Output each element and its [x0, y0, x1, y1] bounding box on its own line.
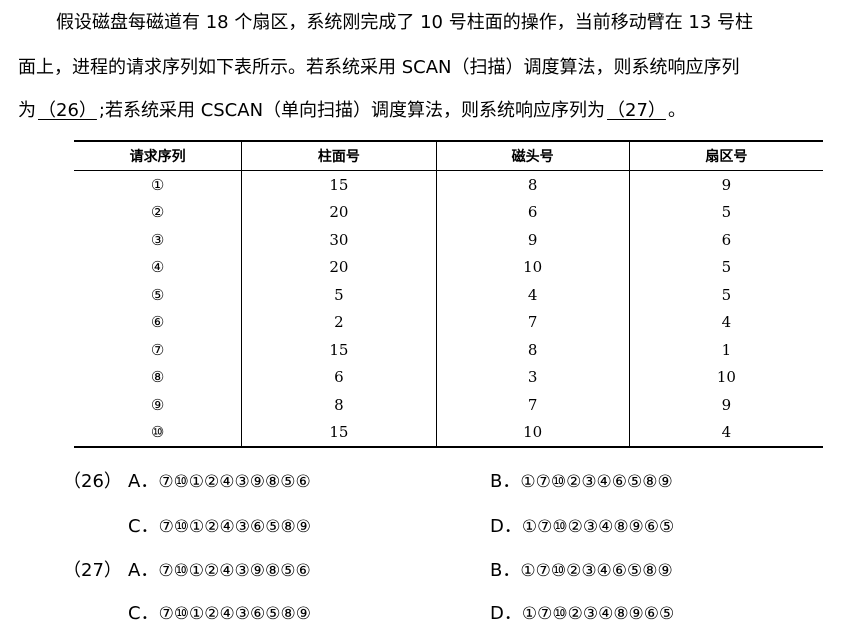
cell-sector: 5 — [628, 253, 823, 281]
option-text: ⑦⑩①②④③⑨⑧⑤⑥ — [158, 472, 311, 492]
cell-cylinder: 5 — [241, 281, 437, 309]
cell-cylinder: 15 — [241, 336, 437, 364]
cell-seq: ⑥ — [150, 313, 165, 332]
question-line-3-prefix: 为 — [18, 100, 36, 121]
cell-cylinder: 30 — [241, 226, 437, 254]
table-row: ⑩ 15 10 4 — [74, 418, 823, 448]
cell-seq: ⑧ — [150, 368, 165, 387]
option-text: ①⑦⑩②③④⑥⑤⑧⑨ — [520, 472, 673, 492]
q27-number: （27） — [63, 560, 122, 581]
table-row: ⑥ 2 7 4 — [74, 308, 823, 336]
cell-head: 9 — [435, 226, 630, 254]
table-header-row: 请求序列 柱面号 磁头号 扇区号 — [74, 140, 823, 171]
cell-seq: ⑨ — [150, 395, 165, 414]
table-row: ① 15 8 9 — [74, 170, 823, 199]
cell-cylinder: 20 — [241, 198, 437, 226]
question-line-2: 面上，进程的请求序列如下表所示。若系统采用 SCAN（扫描）调度算法，则系统响应… — [18, 57, 740, 78]
question-line-3: 为（26） ;若系统采用 CSCAN（单向扫描）调度算法，则系统响应序列为 （27）… — [18, 101, 828, 121]
option-text: ①⑦⑩②③④⑧⑨⑥⑤ — [521, 604, 675, 624]
q27-option-c[interactable]: C．⑦⑩①②④③⑥⑤⑧⑨ — [128, 599, 311, 625]
cell-sector: 4 — [628, 308, 823, 336]
cell-cylinder: 8 — [241, 391, 437, 419]
cell-seq: ④ — [150, 258, 165, 277]
option-text: ⑦⑩①②④③⑨⑧⑤⑥ — [158, 561, 311, 581]
option-label: D． — [490, 603, 522, 624]
cell-sector: 6 — [628, 226, 823, 254]
cell-sector: 9 — [628, 391, 823, 419]
cell-seq: ② — [150, 203, 165, 222]
cell-cylinder: 15 — [241, 418, 437, 448]
cell-head: 6 — [435, 198, 630, 226]
cell-seq: ③ — [150, 230, 165, 249]
q26-number: （26） — [63, 471, 122, 492]
blank-26: （26） — [38, 100, 97, 121]
q27-option-d[interactable]: D．①⑦⑩②③④⑧⑨⑥⑤ — [490, 599, 674, 625]
cell-seq: ⑤ — [150, 285, 165, 304]
q27-option-b[interactable]: B．①⑦⑩②③④⑥⑤⑧⑨ — [490, 556, 673, 582]
cell-seq: ⑦ — [150, 340, 165, 359]
table-row: ⑧ 6 3 10 — [74, 363, 823, 391]
cell-cylinder: 2 — [241, 308, 437, 336]
option-label: C． — [128, 516, 159, 537]
q26-option-a[interactable]: A．⑦⑩①②④③⑨⑧⑤⑥ — [128, 467, 311, 493]
option-label: A． — [128, 471, 159, 492]
question-line-3-suffix: 。 — [667, 100, 686, 121]
cell-head: 4 — [435, 281, 630, 309]
header-sector: 扇区号 — [628, 140, 823, 171]
option-label: B． — [490, 471, 521, 492]
header-request-seq: 请求序列 — [74, 140, 242, 171]
cell-cylinder: 15 — [241, 170, 437, 199]
option-label: A． — [128, 560, 159, 581]
q27-option-a[interactable]: A．⑦⑩①②④③⑨⑧⑤⑥ — [128, 556, 311, 582]
cell-head: 10 — [435, 418, 630, 448]
table-row: ⑨ 8 7 9 — [74, 391, 823, 419]
cell-sector: 4 — [628, 418, 823, 448]
cell-sector: 5 — [628, 281, 823, 309]
cell-cylinder: 20 — [241, 253, 437, 281]
option-label: D． — [490, 516, 522, 537]
request-table: 请求序列 柱面号 磁头号 扇区号 ① 15 8 9 ② 20 6 5 ③ 30 … — [74, 140, 823, 448]
question-line-3-middle: ;若系统采用 CSCAN（单向扫描）调度算法，则系统响应序列为 — [98, 100, 606, 121]
cell-head: 10 — [435, 253, 630, 281]
cell-head: 8 — [435, 170, 630, 199]
option-text: ⑦⑩①②④③⑥⑤⑧⑨ — [158, 604, 311, 624]
cell-head: 7 — [435, 308, 630, 336]
table-row: ④ 20 10 5 — [74, 253, 823, 281]
cell-sector: 10 — [628, 363, 823, 391]
cell-sector: 1 — [628, 336, 823, 364]
table-row: ⑦ 15 8 1 — [74, 336, 823, 364]
table-row: ③ 30 9 6 — [74, 226, 823, 254]
cell-cylinder: 6 — [241, 363, 437, 391]
option-label: B． — [490, 560, 521, 581]
table-row: ⑤ 5 4 5 — [74, 281, 823, 309]
header-head: 磁头号 — [435, 140, 630, 171]
question-line-1: 假设磁盘每磁道有 18 个扇区，系统刚完成了 10 号柱面的操作，当前移动臂在 … — [56, 12, 754, 33]
cell-seq: ⑩ — [74, 418, 242, 448]
cell-head: 3 — [435, 363, 630, 391]
q26-option-d[interactable]: D．①⑦⑩②③④⑧⑨⑥⑤ — [490, 512, 674, 538]
header-cylinder: 柱面号 — [241, 140, 437, 171]
cell-sector: 5 — [628, 198, 823, 226]
option-text: ⑦⑩①②④③⑥⑤⑧⑨ — [158, 517, 311, 537]
q26-option-c[interactable]: C．⑦⑩①②④③⑥⑤⑧⑨ — [128, 512, 311, 538]
option-text: ①⑦⑩②③④⑧⑨⑥⑤ — [521, 517, 675, 537]
cell-head: 7 — [435, 391, 630, 419]
q26-option-b[interactable]: B．①⑦⑩②③④⑥⑤⑧⑨ — [490, 467, 673, 493]
blank-27: （27） — [607, 100, 666, 121]
cell-seq: ① — [150, 175, 165, 194]
option-label: C． — [128, 603, 159, 624]
table-row: ② 20 6 5 — [74, 198, 823, 226]
cell-head: 8 — [435, 336, 630, 364]
cell-sector: 9 — [628, 170, 823, 199]
option-text: ①⑦⑩②③④⑥⑤⑧⑨ — [520, 561, 673, 581]
